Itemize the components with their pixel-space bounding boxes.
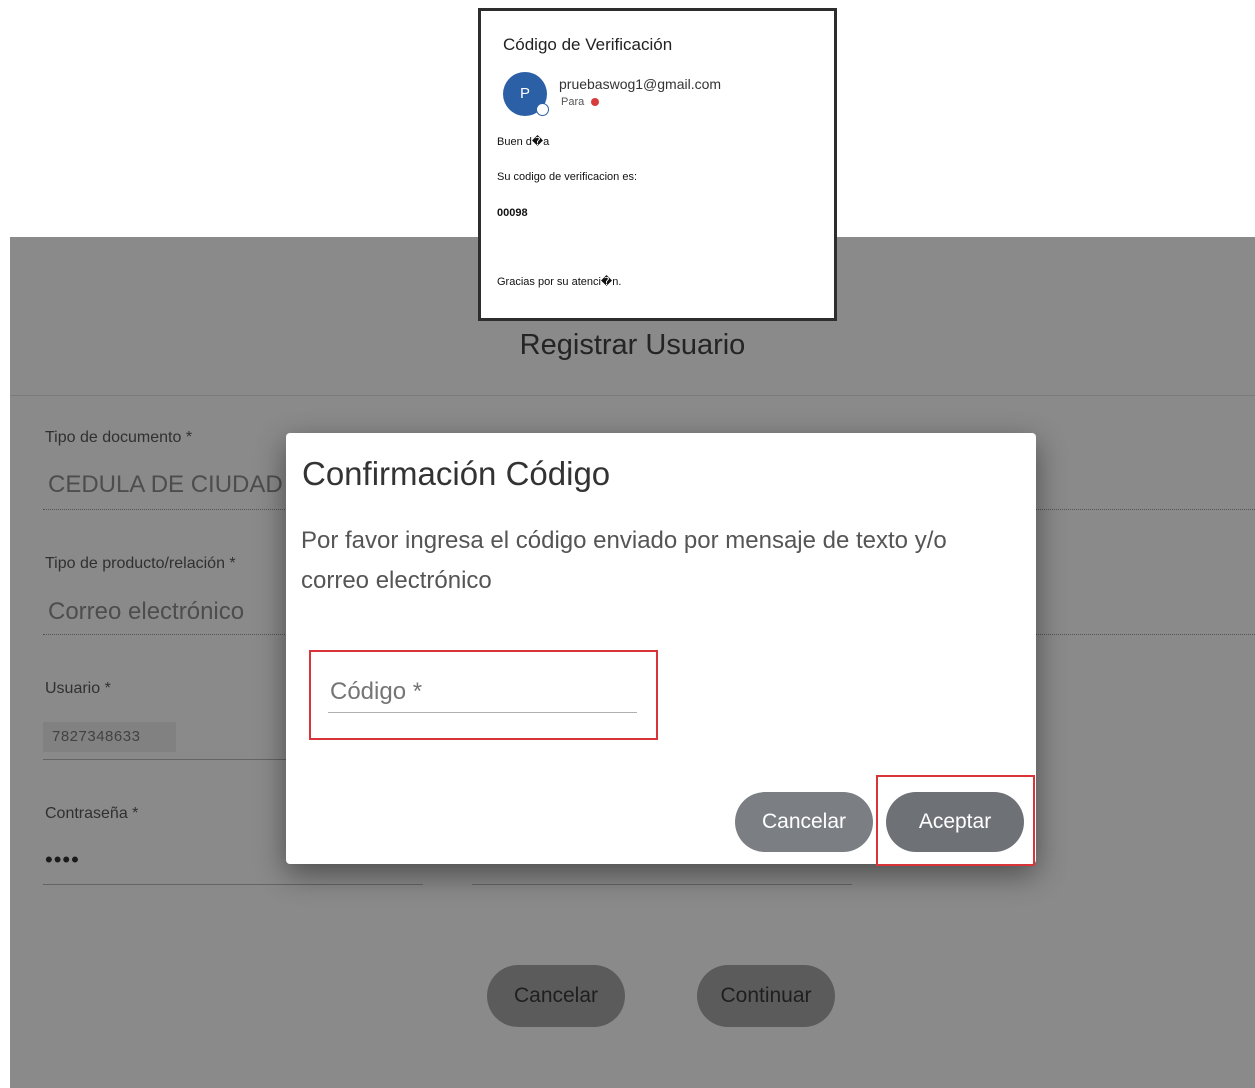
recipient-label: Para — [561, 96, 585, 108]
dialog-cancel-button[interactable]: Cancelar — [735, 792, 873, 852]
code-input[interactable] — [328, 672, 637, 713]
email-subject: Código de Verificación — [503, 35, 673, 54]
sender-address: pruebaswog1@gmail.com — [559, 76, 722, 92]
email-intro: Su codigo de verificacion es: — [497, 171, 638, 183]
email-preview: Código de Verificación P pruebaswog1@gma… — [478, 8, 837, 321]
dialog-accept-button[interactable]: Aceptar — [886, 792, 1024, 852]
email-closing: Gracias por su atenci�n. — [497, 276, 622, 288]
email-greeting: Buen d�a — [497, 136, 550, 148]
verification-code: 00098 — [497, 207, 528, 219]
confirm-code-dialog: Confirmación Código Por favor ingresa el… — [286, 433, 1036, 866]
code-highlight-box — [309, 650, 658, 740]
status-dot-icon — [591, 98, 599, 106]
dialog-message: Por favor ingresa el código enviado por … — [301, 527, 947, 594]
dialog-title: Confirmación Código — [302, 455, 611, 492]
presence-icon — [536, 103, 549, 116]
